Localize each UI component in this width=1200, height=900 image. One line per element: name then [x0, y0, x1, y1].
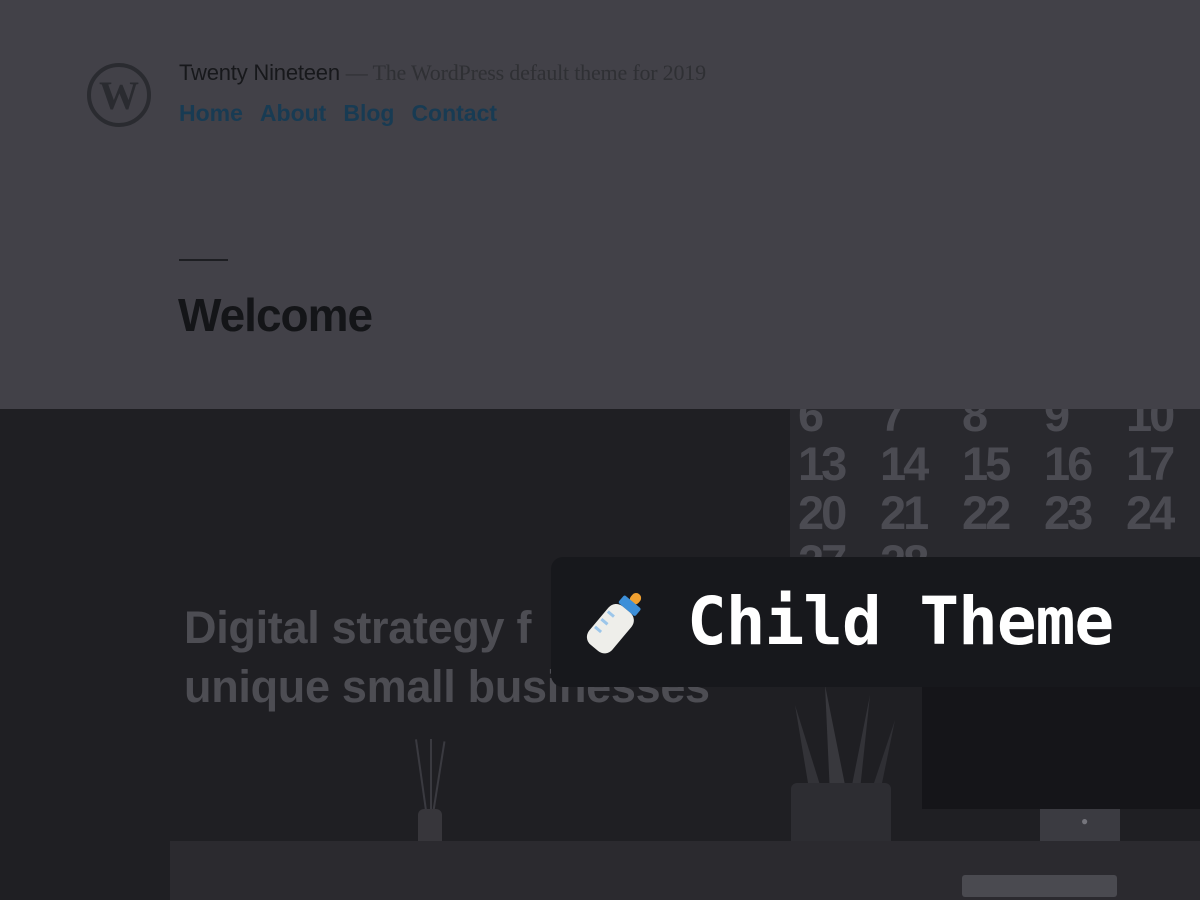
svg-text:W: W: [99, 73, 139, 118]
baby-bottle-icon: [586, 593, 642, 654]
wordpress-logo-icon[interactable]: W: [86, 62, 152, 128]
main-navigation: Home About Blog Contact: [179, 100, 497, 127]
calendar-number: 13: [798, 437, 847, 490]
monitor-stand: [1040, 809, 1120, 843]
calendar-number: 17: [1126, 437, 1175, 490]
diffuser-reed: [430, 739, 432, 811]
diffuser-reed: [414, 739, 428, 811]
site-branding: Twenty Nineteen — The WordPress default …: [179, 60, 706, 86]
calendar-number: 22: [962, 486, 1011, 539]
diffuser-reed: [432, 741, 446, 811]
calendar-number: 16: [1044, 437, 1093, 490]
nav-link-contact[interactable]: Contact: [411, 100, 497, 127]
calendar-number: 15: [962, 437, 1011, 490]
page-title: Welcome: [178, 289, 373, 341]
nav-link-about[interactable]: About: [260, 100, 326, 127]
calendar-number: 21: [880, 486, 929, 539]
calendar-number: 23: [1044, 486, 1093, 539]
title-divider: [179, 259, 228, 261]
calendar-number: 14: [880, 437, 929, 490]
child-theme-badge: Child Theme: [551, 557, 1200, 687]
site-description: — The WordPress default theme for 2019: [345, 60, 706, 85]
plant-image: [795, 685, 895, 795]
calendar-number: 20: [798, 486, 847, 539]
monitor-image: [922, 669, 1200, 809]
site-header: W Twenty Nineteen — The WordPress defaul…: [0, 0, 1200, 409]
calendar-poster: 678910131415161720212223242728: [790, 409, 1200, 588]
nav-link-blog[interactable]: Blog: [343, 100, 394, 127]
badge-label: Child Theme: [687, 583, 1114, 660]
keyboard-image: [962, 875, 1117, 897]
nav-link-home[interactable]: Home: [179, 100, 243, 127]
calendar-number: 24: [1126, 486, 1175, 539]
site-title[interactable]: Twenty Nineteen: [179, 60, 340, 85]
apple-logo-icon: ●: [1081, 814, 1089, 828]
